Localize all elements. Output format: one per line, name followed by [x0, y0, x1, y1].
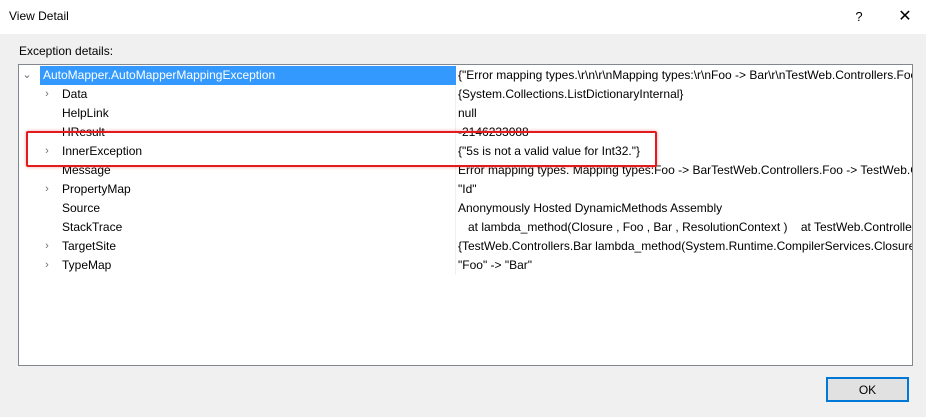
tree-row-propertymap[interactable]: › PropertyMap "Id" — [19, 180, 912, 199]
tree-row-message[interactable]: Message Error mapping types. Mapping typ… — [19, 161, 912, 180]
expand-icon[interactable]: › — [41, 142, 53, 161]
tree-row-typemap[interactable]: › TypeMap "Foo" -> "Bar" — [19, 256, 912, 275]
tree-row-name: AutoMapper.AutoMapperMappingException — [40, 66, 456, 85]
tree-row-innerexception[interactable]: › InnerException {"5s is not a valid val… — [19, 142, 912, 161]
tree-row-value: {"Error mapping types.\r\n\r\nMapping ty… — [458, 68, 912, 82]
tree-row-name: HelpLink — [62, 106, 109, 120]
tree-row-value: null — [458, 106, 477, 120]
tree-row-name: StackTrace — [62, 220, 123, 234]
title-bar: View Detail ? ✕ — [0, 0, 926, 34]
exception-details-label: Exception details: — [19, 44, 114, 58]
tree-row-value: "Id" — [458, 182, 477, 196]
help-button[interactable]: ? — [846, 4, 872, 30]
tree-row-value: {System.Collections.ListDictionaryIntern… — [458, 87, 684, 101]
tree-row-value: {TestWeb.Controllers.Bar lambda_method(S… — [458, 239, 912, 253]
tree-row-value: "Foo" -> "Bar" — [458, 258, 533, 272]
tree-row-root[interactable]: ⌄ AutoMapper.AutoMapperMappingException … — [19, 66, 912, 85]
tree-row-value: Anonymously Hosted DynamicMethods Assemb… — [458, 201, 723, 215]
tree-row-value: Error mapping types. Mapping types:Foo -… — [458, 163, 912, 177]
tree-row-source[interactable]: Source Anonymously Hosted DynamicMethods… — [19, 199, 912, 218]
tree-row-name: PropertyMap — [62, 182, 131, 196]
tree-row-helplink[interactable]: HelpLink null — [19, 104, 912, 123]
tree-row-value: -2146233088 — [458, 125, 529, 139]
tree-row-name: Data — [62, 87, 88, 101]
tree-row-name: HResult — [62, 125, 105, 139]
collapse-icon[interactable]: ⌄ — [21, 66, 33, 85]
ok-button[interactable]: OK — [826, 377, 909, 402]
tree-row-name: Message — [62, 163, 111, 177]
close-button[interactable]: ✕ — [892, 4, 918, 30]
window-title: View Detail — [9, 9, 69, 23]
tree-row-name: TargetSite — [62, 239, 117, 253]
tree-row-targetsite[interactable]: › TargetSite {TestWeb.Controllers.Bar la… — [19, 237, 912, 256]
expand-icon[interactable]: › — [41, 237, 53, 256]
tree-row-value: at lambda_method(Closure , Foo , Bar , R… — [468, 220, 912, 234]
tree-row-stacktrace[interactable]: StackTrace at lambda_method(Closure , Fo… — [19, 218, 912, 237]
expand-icon[interactable]: › — [41, 85, 53, 104]
tree-row-name: Source — [62, 201, 101, 215]
tree-row-name: TypeMap — [62, 258, 112, 272]
expand-icon[interactable]: › — [41, 180, 53, 199]
exception-tree[interactable]: ⌄ AutoMapper.AutoMapperMappingException … — [18, 64, 913, 366]
tree-row-name: InnerException — [62, 144, 143, 158]
expand-icon[interactable]: › — [41, 256, 53, 275]
tree-row-data[interactable]: › Data {System.Collections.ListDictionar… — [19, 85, 912, 104]
tree-row-hresult[interactable]: HResult -2146233088 — [19, 123, 912, 142]
tree-row-value: {"5s is not a valid value for Int32."} — [458, 144, 640, 158]
